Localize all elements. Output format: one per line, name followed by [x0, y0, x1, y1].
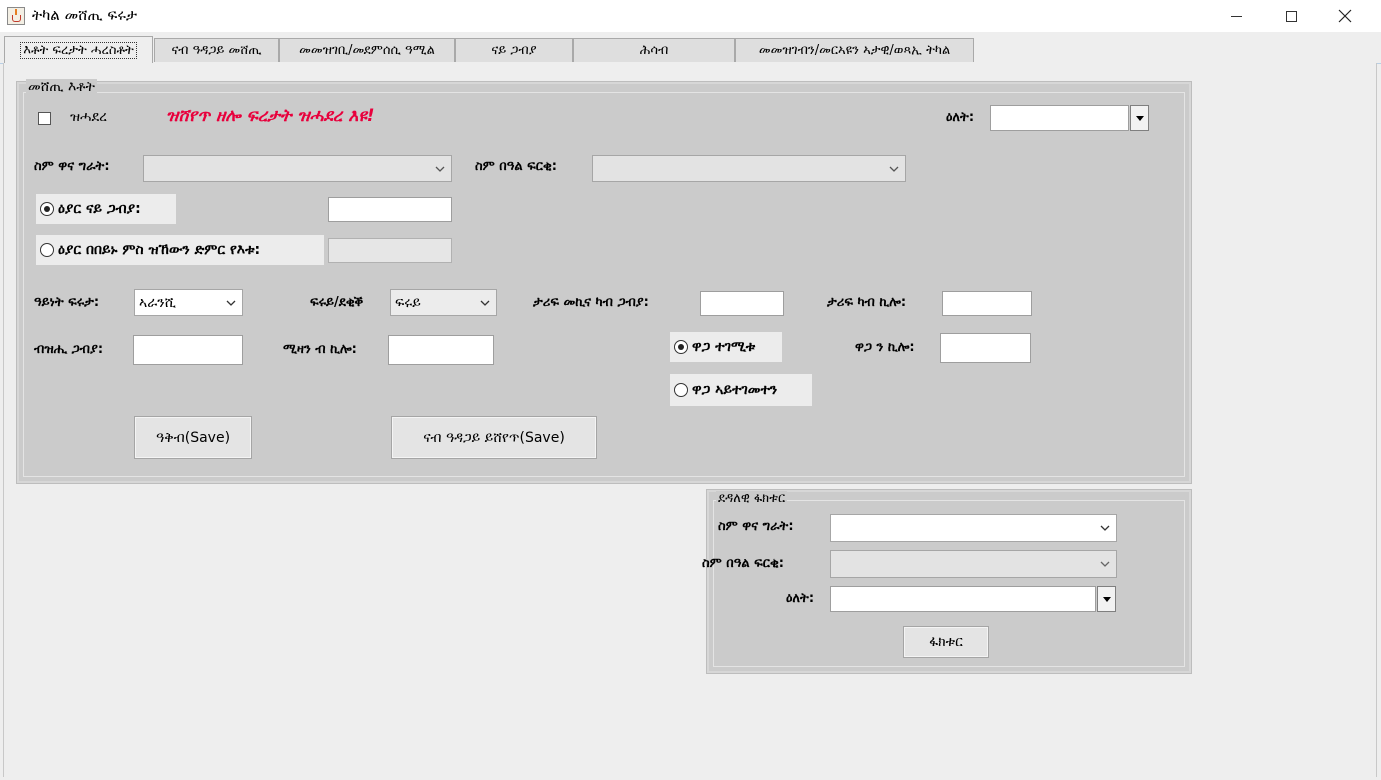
- chevron-down-icon: [1100, 525, 1110, 531]
- maximize-icon: [1285, 10, 1297, 22]
- radio-selected-icon: [674, 340, 688, 354]
- tariff-car-field[interactable]: [700, 291, 784, 316]
- qty-label: ብዝሒ ጋብያ:: [34, 342, 104, 357]
- close-button[interactable]: [1322, 0, 1368, 32]
- sales-panel-title: መሸጢ እቶት: [26, 79, 97, 95]
- owner-label: ስም በዓል ፍርቂ:: [475, 159, 558, 174]
- radio-unselected-icon: [674, 383, 688, 397]
- fruit-grade-dropdown[interactable]: ፍሩይ: [390, 289, 497, 316]
- gabya-count-field[interactable]: [328, 197, 452, 222]
- date-picker-button[interactable]: [1130, 105, 1149, 131]
- price-kilo-field[interactable]: [940, 333, 1031, 363]
- triangle-down-icon: [1102, 596, 1111, 602]
- invoice-button[interactable]: ፋክቱር: [903, 626, 989, 658]
- invoice-owner-label: ስም በዓል ፍርቂ:: [702, 556, 785, 571]
- sum-field[interactable]: [328, 238, 452, 263]
- tab-label: መመዝገብን/መርኣዩን ኣታዊ/ወጻኢ ትካል: [758, 43, 951, 58]
- tab-farmer-income[interactable]: እቶት ፍረታት ሓረስቶት: [4, 36, 153, 63]
- tab-accounts[interactable]: ሕሳብ: [573, 38, 735, 62]
- tab-to-trader[interactable]: ናብ ዓዳጋይ መሸጢ: [154, 38, 279, 62]
- tariff-car-label: ታሪፍ መኪና ካብ ጋብያ:: [533, 295, 649, 310]
- overdue-warning-text: ዝሸየጥ ዘሎ ፍረታት ዝሓደረ እዩ!: [166, 106, 375, 126]
- customer-label: ስም ዋና ግራት:: [34, 159, 110, 174]
- weight-label: ሚዛን ብ ኪሎ:: [283, 342, 357, 357]
- invoice-date-picker-button[interactable]: [1097, 586, 1116, 612]
- owner-dropdown[interactable]: [592, 155, 906, 182]
- window-title: ትካል መሸጢ ፍሩታ: [32, 6, 138, 24]
- overdue-checkbox[interactable]: [38, 112, 51, 125]
- radio-price-fixed[interactable]: ዋጋ ተገሚቱ: [670, 332, 782, 362]
- overdue-checkbox-label: ዝሓደረ: [70, 109, 107, 125]
- date-field[interactable]: [990, 105, 1129, 131]
- java-cup-icon: [7, 7, 25, 25]
- maximize-button[interactable]: [1268, 0, 1314, 32]
- triangle-down-icon: [1135, 115, 1144, 121]
- qty-field[interactable]: [133, 335, 243, 365]
- invoice-panel-title: ደዳለዊ ፋክቱር: [716, 491, 788, 506]
- radio-price-unfixed-label: ዋጋ ኣይተገመተን: [692, 382, 778, 398]
- fruit-type-value: ኣራንሺ: [139, 294, 177, 311]
- radio-sum-label: ዕያር በበይኑ ምስ ዝኸውን ድምር የእቱ:: [58, 242, 261, 258]
- chevron-down-icon: [226, 300, 236, 306]
- tariff-kilo-label: ታሪፍ ካብ ኪሎ:: [827, 295, 907, 310]
- minimize-icon: [1230, 15, 1242, 17]
- chevron-down-icon: [889, 166, 899, 172]
- tab-label: መመዝገቢ/መደምሰሲ ዓሚል: [299, 43, 435, 58]
- invoice-customer-dropdown[interactable]: [830, 514, 1117, 542]
- tab-label: ሕሳብ: [639, 43, 669, 58]
- invoice-date-label: ዕለት:: [786, 591, 815, 606]
- customer-dropdown[interactable]: [143, 155, 452, 182]
- chevron-down-icon: [435, 166, 445, 172]
- tab-label: ናብ ዓዳጋይ መሸጢ: [171, 43, 262, 58]
- radio-sum[interactable]: ዕያር በበይኑ ምስ ዝኸውን ድምር የእቱ:: [36, 235, 324, 265]
- radio-price-fixed-label: ዋጋ ተገሚቱ: [692, 339, 756, 355]
- minimize-button[interactable]: [1213, 0, 1259, 32]
- radio-gabya-label: ዕያር ናይ ጋብያ:: [58, 201, 141, 217]
- invoice-customer-label: ስም ዋና ግራት:: [718, 519, 794, 534]
- weight-field[interactable]: [388, 335, 494, 365]
- date-label: ዕለት:: [946, 110, 975, 125]
- tariff-kilo-field[interactable]: [942, 291, 1032, 316]
- radio-price-unfixed[interactable]: ዋጋ ኣይተገመተን: [670, 374, 812, 406]
- tab-customer-register[interactable]: መመዝገቢ/መደምሰሲ ዓሚል: [279, 38, 455, 62]
- tab-income-expense[interactable]: መመዝገብን/መርኣዩን ኣታዊ/ወጻኢ ትካል: [735, 38, 974, 62]
- radio-gabya[interactable]: ዕያር ናይ ጋብያ:: [36, 194, 176, 224]
- radio-unselected-icon: [40, 243, 54, 257]
- fruit-grade-value: ፍሩይ: [395, 294, 421, 311]
- chevron-down-icon: [480, 300, 490, 306]
- save-to-trader-button[interactable]: ናብ ዓዳጋይ ይሸየጥ(Save): [391, 416, 597, 459]
- close-icon: [1338, 9, 1352, 23]
- fruit-grade-label: ፍሩይ/ደቂቕ: [310, 295, 364, 310]
- invoice-owner-dropdown[interactable]: [830, 550, 1117, 578]
- fruit-type-dropdown[interactable]: ኣራንሺ: [134, 289, 243, 316]
- tab-label: ናይ ጋብያ: [491, 43, 537, 58]
- tab-gabya[interactable]: ናይ ጋብያ: [455, 38, 573, 62]
- chevron-down-icon: [1100, 561, 1110, 567]
- invoice-date-field[interactable]: [830, 586, 1096, 612]
- save-button[interactable]: ዓቅብ(Save): [134, 416, 252, 459]
- radio-selected-icon: [40, 202, 54, 216]
- title-bar: [0, 0, 1381, 32]
- fruit-type-label: ዓይነት ፍሩታ:: [34, 295, 100, 310]
- tab-label: እቶት ፍረታት ሓረስቶት: [20, 41, 137, 59]
- price-kilo-label: ዋጋ ን ኪሎ:: [855, 340, 915, 355]
